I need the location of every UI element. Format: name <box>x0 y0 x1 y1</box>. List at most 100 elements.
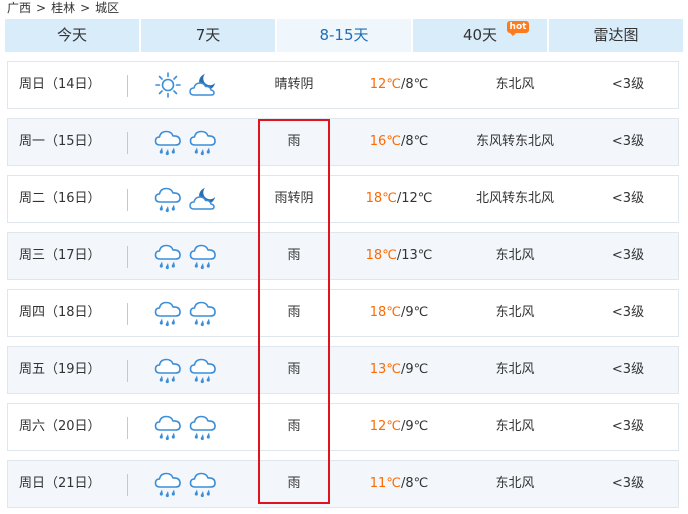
weather-condition: 雨转阴 <box>274 191 314 206</box>
tab-label: 40天 <box>462 26 498 44</box>
high-temp: 16℃ <box>369 134 401 149</box>
forecast-row: 周三（17日） 雨 18℃/13℃ 东北风 <3级 <box>7 232 679 280</box>
wind-direction: 东北风 <box>495 248 535 263</box>
rain-cloud-icon <box>153 470 183 498</box>
forecast-row: 周二（16日） 雨转阴 18℃/12℃ 北风转东北风 <3级 <box>7 175 679 223</box>
weather-icons <box>153 242 223 270</box>
rain-cloud-icon <box>188 413 218 441</box>
divider <box>127 360 128 382</box>
forecast-row: 周六（20日） 雨 12℃/9℃ 东北风 <3级 <box>7 403 679 451</box>
weather-icons <box>153 470 223 498</box>
high-temp: 13℃ <box>369 362 401 377</box>
low-temp: /13℃ <box>396 248 433 263</box>
sun-icon <box>153 71 183 99</box>
tab-40-days[interactable]: 40天 hot <box>413 19 547 52</box>
hot-badge: hot <box>507 21 529 36</box>
weather-condition: 雨 <box>287 134 301 149</box>
breadcrumb-item-city[interactable]: 桂林 <box>51 0 75 16</box>
rain-cloud-icon <box>153 242 183 270</box>
wind-direction: 东北风 <box>495 476 535 491</box>
high-temp: 12℃ <box>369 419 401 434</box>
tab-label: 7天 <box>195 26 221 44</box>
divider <box>127 132 128 154</box>
rain-cloud-icon <box>153 299 183 327</box>
forecast-date: 周三（17日） <box>19 248 101 263</box>
high-temp: 18℃ <box>365 191 397 206</box>
wind-direction: 东北风 <box>495 362 535 377</box>
forecast-row: 周日（21日） 雨 11℃/8℃ 东北风 <3级 <box>7 460 679 508</box>
temperature: 12℃/8℃ <box>363 62 435 108</box>
forecast-row: 周日（14日） 晴转阴 12℃/8℃ 东北风 <3级 <box>7 61 679 109</box>
high-temp: 11℃ <box>369 476 401 491</box>
temperature: 13℃/9℃ <box>363 347 435 393</box>
breadcrumb-separator: > <box>80 1 91 15</box>
temperature: 18℃/12℃ <box>363 176 435 222</box>
forecast-date: 周二（16日） <box>19 191 101 206</box>
low-temp: /9℃ <box>400 305 429 320</box>
rain-cloud-icon <box>188 299 218 327</box>
low-temp: /8℃ <box>400 77 429 92</box>
low-temp: /8℃ <box>400 134 429 149</box>
breadcrumb: 广西 > 桂林 > 城区 <box>7 0 119 16</box>
rain-cloud-icon <box>153 185 183 213</box>
rain-cloud-icon <box>188 356 218 384</box>
tab-today[interactable]: 今天 <box>5 19 139 52</box>
rain-cloud-icon <box>153 413 183 441</box>
high-temp: 18℃ <box>369 305 401 320</box>
tab-label: 今天 <box>56 26 87 44</box>
temperature: 18℃/13℃ <box>363 233 435 279</box>
rain-cloud-icon <box>188 128 218 156</box>
tab-label: 8-15天 <box>319 26 369 44</box>
breadcrumb-item-province[interactable]: 广西 <box>7 0 31 16</box>
breadcrumb-item-district[interactable]: 城区 <box>95 0 119 16</box>
forecast-row: 周一（15日） 雨 16℃/8℃ 东风转东北风 <3级 <box>7 118 679 166</box>
wind-level: <3级 <box>611 77 645 92</box>
divider <box>127 75 128 97</box>
temperature: 11℃/8℃ <box>363 461 435 507</box>
breadcrumb-separator: > <box>36 1 47 15</box>
divider <box>127 189 128 211</box>
rain-cloud-icon <box>188 470 218 498</box>
temperature: 12℃/9℃ <box>363 404 435 450</box>
wind-direction: 东风转东北风 <box>475 134 554 149</box>
forecast-row: 周四（18日） 雨 18℃/9℃ 东北风 <3级 <box>7 289 679 337</box>
rain-cloud-icon <box>153 128 183 156</box>
wind-level: <3级 <box>611 191 645 206</box>
temperature: 18℃/9℃ <box>363 290 435 336</box>
low-temp: /12℃ <box>396 191 433 206</box>
tab-7-days[interactable]: 7天 <box>141 19 275 52</box>
forecast-date: 周五（19日） <box>19 362 101 377</box>
forecast-date: 周日（21日） <box>19 476 101 491</box>
tab-label: 雷达图 <box>593 26 639 44</box>
wind-level: <3级 <box>611 134 645 149</box>
divider <box>127 417 128 439</box>
wind-direction: 东北风 <box>495 419 535 434</box>
forecast-tabs: 今天 7天 8-15天 40天 hot 雷达图 <box>5 19 683 52</box>
high-temp: 12℃ <box>369 77 401 92</box>
weather-condition: 雨 <box>287 305 301 320</box>
weather-icons <box>153 185 223 213</box>
forecast-date: 周六（20日） <box>19 419 101 434</box>
high-temp: 18℃ <box>365 248 397 263</box>
wind-direction: 北风转东北风 <box>475 191 554 206</box>
rain-cloud-icon <box>188 242 218 270</box>
wind-level: <3级 <box>611 476 645 491</box>
weather-icons <box>153 356 223 384</box>
cloudy-moon-icon <box>188 71 218 99</box>
wind-level: <3级 <box>611 305 645 320</box>
weather-condition: 雨 <box>287 419 301 434</box>
low-temp: /9℃ <box>400 419 429 434</box>
forecast-date: 周日（14日） <box>19 77 101 92</box>
wind-level: <3级 <box>611 362 645 377</box>
weather-condition: 雨 <box>287 476 301 491</box>
tab-8-15-days[interactable]: 8-15天 <box>277 19 411 52</box>
low-temp: /8℃ <box>400 476 429 491</box>
temperature: 16℃/8℃ <box>363 119 435 165</box>
divider <box>127 303 128 325</box>
cloudy-moon-icon <box>188 185 218 213</box>
divider <box>127 246 128 268</box>
tab-radar[interactable]: 雷达图 <box>549 19 683 52</box>
weather-condition: 晴转阴 <box>274 77 314 92</box>
weather-icons <box>153 413 223 441</box>
weather-icons <box>153 71 223 99</box>
